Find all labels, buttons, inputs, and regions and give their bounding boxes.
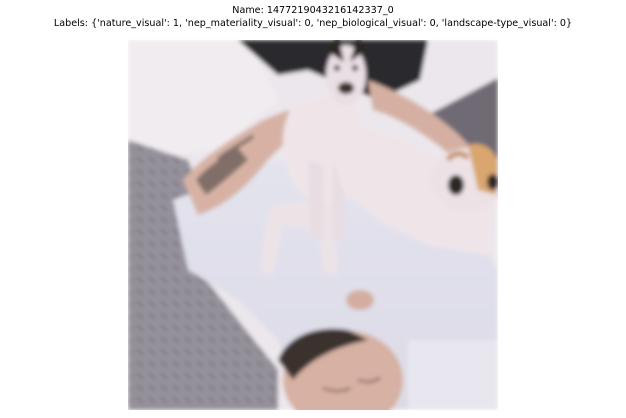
image-name-label: Name: 1477219043216142337_0 [232, 5, 394, 16]
figure-title: Name: 1477219043216142337_0 Labels: {'na… [0, 4, 626, 30]
photo-illustration [128, 40, 498, 410]
dog-nose-center [338, 82, 354, 94]
photo-panel [128, 40, 498, 410]
image-labels-text: Labels: {'nature_visual': 1, 'nep_materi… [53, 18, 573, 29]
dog-eye-right [448, 175, 464, 195]
